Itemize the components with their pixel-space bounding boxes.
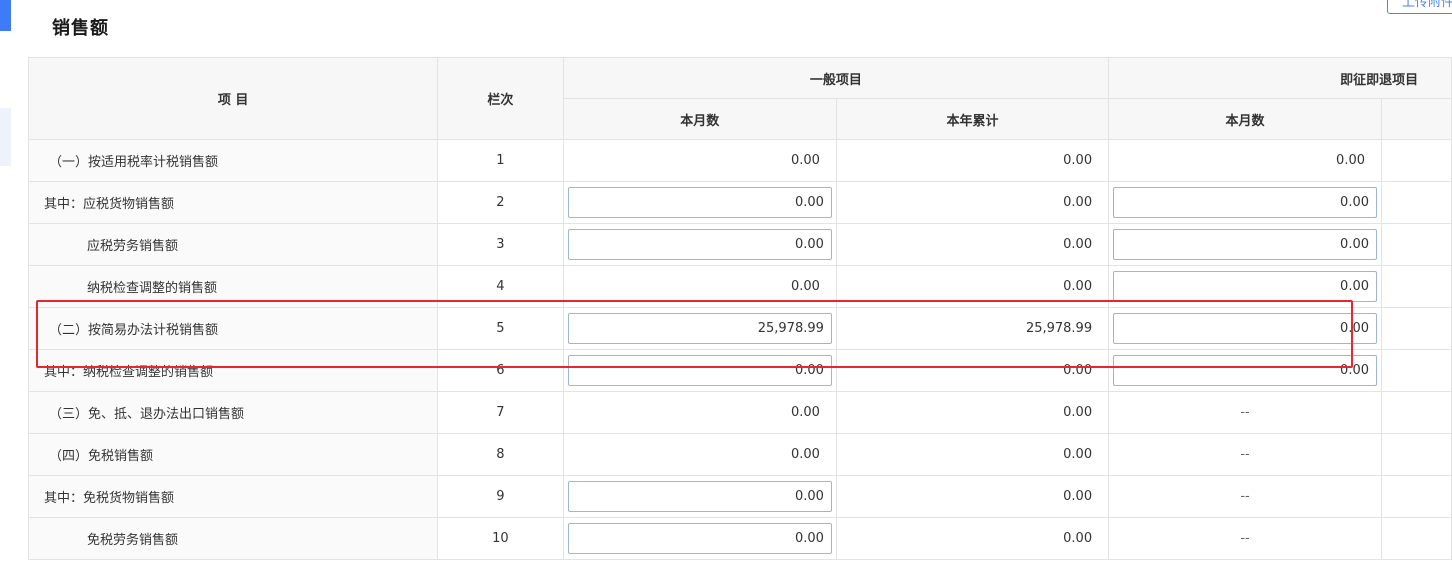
row-name: 其中：纳税检查调整的销售额 (27, 349, 439, 392)
general-month-input[interactable]: 0.00 (567, 481, 832, 512)
general-month-input[interactable]: 0.00 (567, 523, 832, 554)
extra-cell (1381, 433, 1452, 476)
table-row: （四）免税销售额 8 0.00 0.00 -- (27, 433, 1452, 476)
immediate-month-value: 0.00 (1108, 139, 1382, 182)
general-year-value: 0.00 (835, 181, 1110, 224)
extra-cell (1381, 475, 1452, 518)
general-year-value: 0.00 (835, 223, 1110, 266)
immediate-month-value: -- (1108, 517, 1382, 560)
row-name: 免税劳务销售额 (27, 517, 439, 560)
sales-table: 项 目 栏次 一般项目 即征即退项目 本月数 本年累计 本月数 （一）按适用税率… (27, 57, 1452, 560)
row-line: 3 (437, 223, 564, 266)
general-year-value: 0.00 (835, 349, 1110, 392)
table-row: （一）按适用税率计税销售额 1 0.00 0.00 0.00 (27, 139, 1452, 182)
header-general-month: 本月数 (562, 98, 837, 140)
header-item: 项 目 (27, 57, 439, 140)
immediate-month-input[interactable]: 0.00 (1113, 355, 1377, 386)
section-title: 销售额 (52, 18, 109, 39)
row-name: 应税劳务销售额 (27, 223, 439, 266)
left-accent-bar (0, 0, 11, 31)
general-month-input[interactable]: 0.00 (567, 187, 832, 218)
general-month-value: 0.00 (562, 139, 837, 182)
table-row: 其中：纳税检查调整的销售额 6 0.00 0.00 0.00 (27, 349, 1452, 392)
immediate-month-value: -- (1108, 475, 1382, 518)
table-row: 免税劳务销售额 10 0.00 0.00 -- (27, 517, 1452, 560)
row-line: 1 (437, 139, 564, 182)
extra-cell (1381, 307, 1452, 350)
general-year-value: 0.00 (835, 433, 1110, 476)
header-immediate-month: 本月数 (1108, 98, 1382, 140)
general-year-value: 0.00 (835, 475, 1110, 518)
table-row: （二）按简易办法计税销售额 5 25,978.99 25,978.99 0.00 (27, 307, 1452, 350)
general-year-value: 0.00 (835, 391, 1110, 434)
immediate-month-value: -- (1108, 433, 1382, 476)
immediate-month-input[interactable]: 0.00 (1113, 187, 1377, 218)
row-name: （四）免税销售额 (27, 433, 439, 476)
table-row: 其中：应税货物销售额 2 0.00 0.00 0.00 (27, 181, 1452, 224)
immediate-month-input[interactable]: 0.00 (1113, 229, 1377, 260)
row-line: 9 (437, 475, 564, 518)
row-name: （一）按适用税率计税销售额 (27, 139, 439, 182)
left-side-tab[interactable] (0, 108, 11, 166)
table-row: 纳税检查调整的销售额 4 0.00 0.00 0.00 (27, 265, 1452, 308)
row-line: 8 (437, 433, 564, 476)
immediate-month-value: -- (1108, 391, 1382, 434)
row-line: 4 (437, 265, 564, 308)
general-month-input[interactable]: 25,978.99 (567, 313, 832, 344)
upload-attachment-button[interactable]: 上传附件 (1387, 0, 1452, 14)
header-line: 栏次 (437, 57, 564, 140)
header-immediate-refund-items: 即征即退项目 (1108, 57, 1452, 99)
extra-cell (1381, 139, 1452, 182)
table-row: （三）免、抵、退办法出口销售额 7 0.00 0.00 -- (27, 391, 1452, 434)
row-line: 2 (437, 181, 564, 224)
table-row: 其中：免税货物销售额 9 0.00 0.00 -- (27, 475, 1452, 518)
general-month-value: 0.00 (562, 433, 837, 476)
row-line: 7 (437, 391, 564, 434)
row-name: 其中：应税货物销售额 (27, 181, 439, 224)
header-extra (1381, 98, 1452, 140)
extra-cell (1381, 265, 1452, 308)
row-name: （三）免、抵、退办法出口销售额 (27, 391, 439, 434)
extra-cell (1381, 391, 1452, 434)
general-month-input[interactable]: 0.00 (567, 229, 832, 260)
extra-cell (1381, 349, 1452, 392)
table-row: 应税劳务销售额 3 0.00 0.00 0.00 (27, 223, 1452, 266)
general-month-value: 0.00 (562, 391, 837, 434)
row-name: 其中：免税货物销售额 (27, 475, 439, 518)
header-general-items: 一般项目 (562, 57, 1110, 99)
general-year-value: 25,978.99 (835, 307, 1110, 350)
row-name: （二）按简易办法计税销售额 (27, 307, 439, 350)
general-month-value: 0.00 (562, 265, 837, 308)
extra-cell (1381, 181, 1452, 224)
general-year-value: 0.00 (835, 139, 1110, 182)
header-general-year: 本年累计 (835, 98, 1110, 140)
row-line: 6 (437, 349, 564, 392)
row-name: 纳税检查调整的销售额 (27, 265, 439, 308)
extra-cell (1381, 223, 1452, 266)
immediate-month-input[interactable]: 0.00 (1113, 313, 1377, 344)
general-year-value: 0.00 (835, 265, 1110, 308)
row-line: 5 (437, 307, 564, 350)
row-line: 10 (437, 517, 564, 560)
general-month-input[interactable]: 0.00 (567, 355, 832, 386)
immediate-month-input[interactable]: 0.00 (1113, 271, 1377, 302)
general-year-value: 0.00 (835, 517, 1110, 560)
extra-cell (1381, 517, 1452, 560)
